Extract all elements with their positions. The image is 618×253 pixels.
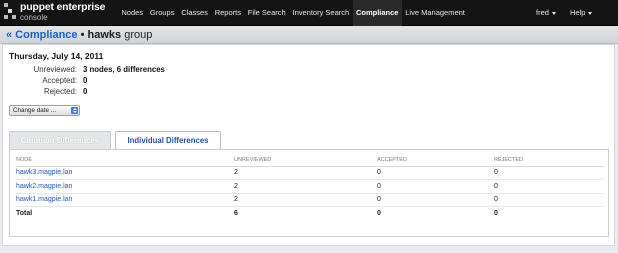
group-name: hawks	[87, 29, 122, 41]
table-total-row: Total 6 0 0	[16, 206, 604, 220]
summary-value: 3 nodes, 6 differences	[83, 65, 165, 74]
differences-table: NODE UNREVIEWED ACCEPTED REJECTED hawk3.…	[16, 154, 604, 220]
main-nav: Nodes Groups Classes Reports File Search…	[118, 0, 468, 26]
cell-unreviewed: 2	[234, 166, 377, 180]
nav-item-groups[interactable]: Groups	[146, 0, 177, 26]
cell-rejected: 0	[494, 179, 604, 194]
column-header-accepted: ACCEPTED	[377, 154, 494, 167]
node-link[interactable]: hawk2.magpie.lan	[16, 183, 72, 190]
total-label: Total	[16, 206, 234, 220]
puppet-logo[interactable]: puppet enterprise console	[4, 2, 116, 24]
table-row: hawk2.magpie.lan 2 0 0	[16, 179, 604, 194]
cell-unreviewed: 2	[234, 193, 377, 207]
chevron-down-icon	[588, 11, 593, 15]
summary-label: Rejected:	[44, 87, 77, 96]
nav-item-nodes[interactable]: Nodes	[118, 0, 146, 26]
nav-item-classes[interactable]: Classes	[178, 0, 211, 26]
column-header-rejected: REJECTED	[494, 154, 604, 167]
summary-value: 0	[83, 87, 88, 96]
page-footer-strip	[0, 246, 618, 253]
nav-item-compliance[interactable]: Compliance	[352, 0, 402, 26]
help-menu[interactable]: Help	[570, 0, 593, 26]
summary-label: Unreviewed:	[33, 65, 77, 74]
report-date: Thursday, July 14, 2011	[9, 51, 104, 61]
app-subtitle: console	[20, 13, 48, 22]
table-row: hawk3.magpie.lan 2 0 0	[16, 166, 604, 180]
nav-item-file-search[interactable]: File Search	[244, 0, 289, 26]
cell-accepted: 0	[377, 166, 494, 180]
nav-item-reports[interactable]: Reports	[211, 0, 244, 26]
table-row: hawk1.magpie.lan 2 0 0	[16, 193, 604, 207]
change-date-label: Change date ...	[13, 107, 57, 114]
summary-label: Accepted:	[42, 76, 77, 85]
select-stepper-icon	[71, 107, 78, 114]
nav-item-live-management[interactable]: Live Management	[402, 0, 468, 26]
total-rejected: 0	[494, 206, 604, 220]
tab-individual-differences[interactable]: Individual Differences	[115, 131, 221, 150]
tab-common-differences[interactable]: Common Differences	[9, 131, 111, 149]
help-menu-label: Help	[570, 8, 586, 17]
main-panel: Thursday, July 14, 2011 Unreviewed: 3 no…	[2, 44, 615, 246]
column-header-unreviewed: UNREVIEWED	[234, 154, 377, 167]
page-title-bar: « Compliance • hawks group	[0, 26, 618, 44]
node-link[interactable]: hawk3.magpie.lan	[16, 169, 72, 176]
differences-table-container: NODE UNREVIEWED ACCEPTED REJECTED hawk3.…	[9, 149, 609, 237]
back-to-compliance-link[interactable]: « Compliance	[6, 29, 78, 41]
summary-value: 0	[83, 76, 88, 85]
cell-rejected: 0	[494, 193, 604, 207]
top-nav-bar: puppet enterprise console Nodes Groups C…	[0, 0, 618, 26]
node-link[interactable]: hawk1.magpie.lan	[16, 196, 72, 203]
table-header-row: NODE UNREVIEWED ACCEPTED REJECTED	[16, 154, 604, 167]
title-separator: •	[80, 29, 85, 41]
chevron-down-icon	[551, 11, 556, 15]
user-menu-label: fred	[536, 8, 549, 17]
nav-item-inventory-search[interactable]: Inventory Search	[289, 0, 352, 26]
cell-accepted: 0	[377, 193, 494, 207]
group-suffix: group	[124, 29, 153, 41]
page-title: « Compliance • hawks group	[6, 27, 152, 43]
puppet-logo-icon	[4, 3, 16, 20]
cell-accepted: 0	[377, 179, 494, 194]
user-menu[interactable]: fred	[536, 0, 556, 26]
cell-unreviewed: 2	[234, 179, 377, 194]
cell-rejected: 0	[494, 166, 604, 180]
change-date-select[interactable]: Change date ...	[9, 105, 80, 116]
total-accepted: 0	[377, 206, 494, 220]
column-header-node: NODE	[16, 154, 234, 167]
total-unreviewed: 6	[234, 206, 377, 220]
app-title: puppet enterprise	[20, 1, 106, 13]
